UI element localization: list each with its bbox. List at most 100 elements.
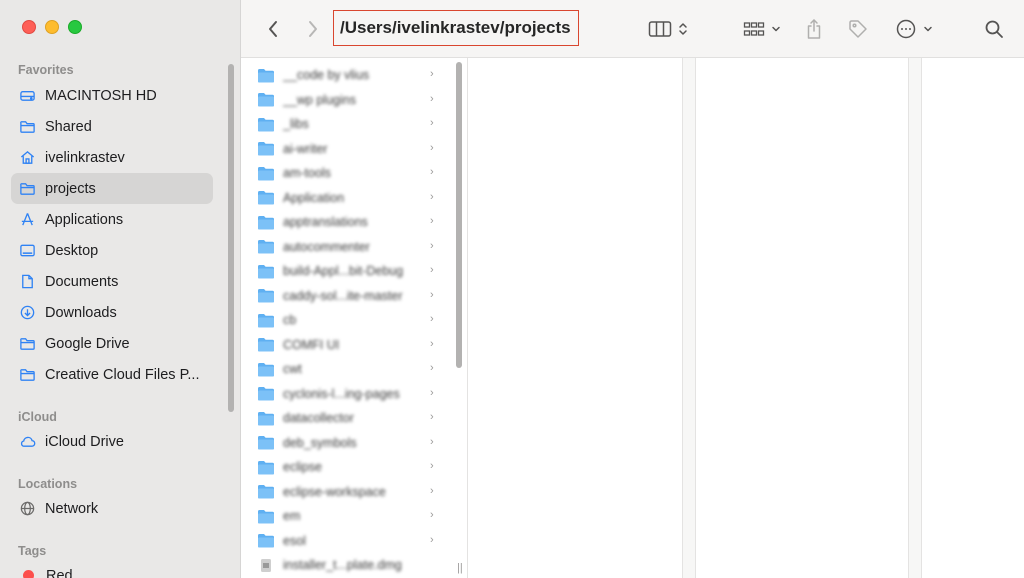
file-row[interactable]: ai-writer › bbox=[257, 138, 439, 160]
sidebar-item-tag-red[interactable]: Red bbox=[11, 560, 213, 578]
chevron-right-icon: › bbox=[430, 92, 434, 105]
folder-icon bbox=[257, 117, 275, 132]
file-name: cb bbox=[283, 313, 297, 327]
file-row[interactable]: build-Appl...bit-Debug › bbox=[257, 260, 439, 282]
file-name: deb_symbols bbox=[283, 435, 357, 450]
column-scrollbar[interactable] bbox=[456, 62, 462, 368]
folder-icon bbox=[257, 337, 275, 352]
file-row[interactable]: cwt › bbox=[257, 358, 439, 380]
path-title: /Users/ivelinkrastev/projects bbox=[333, 10, 579, 46]
file-row[interactable]: cb › bbox=[257, 309, 439, 331]
file-row[interactable]: Application › bbox=[257, 187, 439, 209]
sidebar-item-desktop[interactable]: Desktop bbox=[11, 235, 213, 266]
chevron-right-icon: › bbox=[430, 533, 434, 546]
sidebar-item-documents[interactable]: Documents bbox=[11, 266, 213, 297]
file-row[interactable]: am-tools › bbox=[257, 162, 439, 184]
file-row[interactable]: esol › bbox=[257, 530, 439, 552]
folder-icon bbox=[19, 118, 36, 135]
chevron-right-icon: › bbox=[430, 386, 434, 399]
sidebar-item-projects[interactable]: projects bbox=[11, 173, 213, 204]
sidebar-item-label: Network bbox=[45, 500, 99, 517]
view-mode-button[interactable] bbox=[645, 16, 691, 42]
file-row[interactable]: eclipse-workspace › bbox=[257, 481, 439, 503]
chevron-right-icon: › bbox=[430, 264, 434, 276]
file-row[interactable]: installer_t...plate.dmg bbox=[257, 554, 439, 576]
search-icon bbox=[985, 20, 1003, 38]
file-row[interactable]: autocommenter › bbox=[257, 236, 439, 258]
sidebar-item-label: Shared bbox=[45, 118, 92, 135]
up-down-chevron-icon bbox=[679, 23, 687, 35]
file-row[interactable]: COMFI UI › bbox=[257, 334, 439, 356]
sidebar-item-label: Creative Cloud Files P... bbox=[45, 366, 200, 383]
file-row[interactable]: datacollector › bbox=[257, 407, 439, 429]
sidebar-section-tags: Tags bbox=[18, 544, 47, 558]
chevron-down-icon bbox=[924, 26, 932, 32]
chevron-right-icon bbox=[309, 21, 317, 37]
sidebar-item-home[interactable]: ivelinkrastev bbox=[11, 142, 213, 173]
file-row[interactable]: cyclonis-l...ing-pages › bbox=[257, 383, 439, 405]
sidebar-item-label: Applications bbox=[45, 211, 124, 228]
chevron-right-icon: › bbox=[430, 509, 434, 521]
sidebar-item-google-drive[interactable]: Google Drive bbox=[11, 328, 213, 359]
chevron-down-icon bbox=[772, 26, 780, 32]
file-name: eclipse bbox=[283, 460, 322, 474]
file-name: em bbox=[283, 509, 301, 523]
folder-icon bbox=[257, 386, 275, 401]
sidebar-item-applications[interactable]: Applications bbox=[11, 204, 213, 235]
zoom-window-button[interactable] bbox=[68, 20, 82, 34]
file-row[interactable]: deb_symbols › bbox=[257, 432, 439, 454]
chevron-right-icon: › bbox=[430, 68, 434, 80]
folder-icon bbox=[257, 460, 275, 475]
close-window-button[interactable] bbox=[22, 20, 36, 34]
chevron-right-icon: › bbox=[430, 166, 434, 178]
column-resize-handle[interactable]: || bbox=[457, 562, 463, 574]
sidebar-item-creative-cloud[interactable]: Creative Cloud Files P... bbox=[11, 359, 213, 390]
share-button[interactable] bbox=[803, 16, 825, 42]
file-name: am-tools bbox=[283, 166, 331, 180]
tag-button[interactable] bbox=[845, 16, 871, 42]
file-name: build-Appl...bit-Debug bbox=[283, 264, 404, 278]
file-row[interactable]: _libs › bbox=[257, 113, 439, 135]
sidebar-section-locations: Locations bbox=[18, 477, 78, 491]
finder-window: Favorites MACINTOSH HD Shared ivelinkras… bbox=[0, 0, 1024, 578]
search-button[interactable] bbox=[983, 16, 1005, 42]
sidebar-scrollbar[interactable] bbox=[228, 64, 234, 412]
download-icon bbox=[19, 304, 36, 321]
folder-icon bbox=[257, 190, 275, 205]
file-name: datacollector bbox=[283, 411, 354, 425]
file-row[interactable]: eclipse › bbox=[257, 456, 439, 478]
forward-button[interactable] bbox=[303, 16, 323, 42]
sidebar-item-macintosh-hd[interactable]: MACINTOSH HD bbox=[11, 80, 213, 111]
column-divider[interactable] bbox=[908, 58, 922, 578]
file-row[interactable]: __code by vlius › bbox=[257, 64, 439, 86]
more-actions-button[interactable] bbox=[893, 16, 935, 42]
sidebar-item-icloud-drive[interactable]: iCloud Drive bbox=[11, 426, 213, 457]
cloud-icon bbox=[19, 433, 36, 450]
file-name: eclipse-workspace bbox=[283, 484, 386, 499]
more-circle-icon bbox=[896, 19, 916, 39]
file-row[interactable]: em › bbox=[257, 505, 439, 527]
sidebar-item-downloads[interactable]: Downloads bbox=[11, 297, 213, 328]
file-row[interactable]: __wp plugins › bbox=[257, 89, 439, 111]
globe-icon bbox=[19, 500, 36, 517]
back-button[interactable] bbox=[263, 16, 283, 42]
folder-icon bbox=[257, 141, 275, 156]
column-divider[interactable] bbox=[682, 58, 696, 578]
minimize-window-button[interactable] bbox=[45, 20, 59, 34]
hard-drive-icon bbox=[19, 87, 36, 104]
sidebar-item-label: projects bbox=[45, 180, 96, 197]
sidebar-item-shared[interactable]: Shared bbox=[11, 111, 213, 142]
group-button[interactable] bbox=[741, 16, 783, 42]
file-row[interactable]: caddy-sol...ite-master › bbox=[257, 285, 439, 307]
folder-icon bbox=[257, 166, 275, 181]
file-name: installer_t...plate.dmg bbox=[283, 558, 402, 572]
sidebar-item-label: Downloads bbox=[45, 304, 117, 321]
chevron-right-icon: › bbox=[430, 484, 434, 497]
file-row[interactable]: apptranslations › bbox=[257, 211, 439, 233]
desktop-icon bbox=[19, 242, 36, 259]
applications-icon bbox=[19, 211, 36, 228]
sidebar-item-network[interactable]: Network bbox=[11, 493, 213, 524]
chevron-right-icon: › bbox=[430, 117, 434, 129]
file-name: cwt bbox=[283, 362, 302, 376]
sidebar-item-label: Google Drive bbox=[45, 335, 130, 352]
